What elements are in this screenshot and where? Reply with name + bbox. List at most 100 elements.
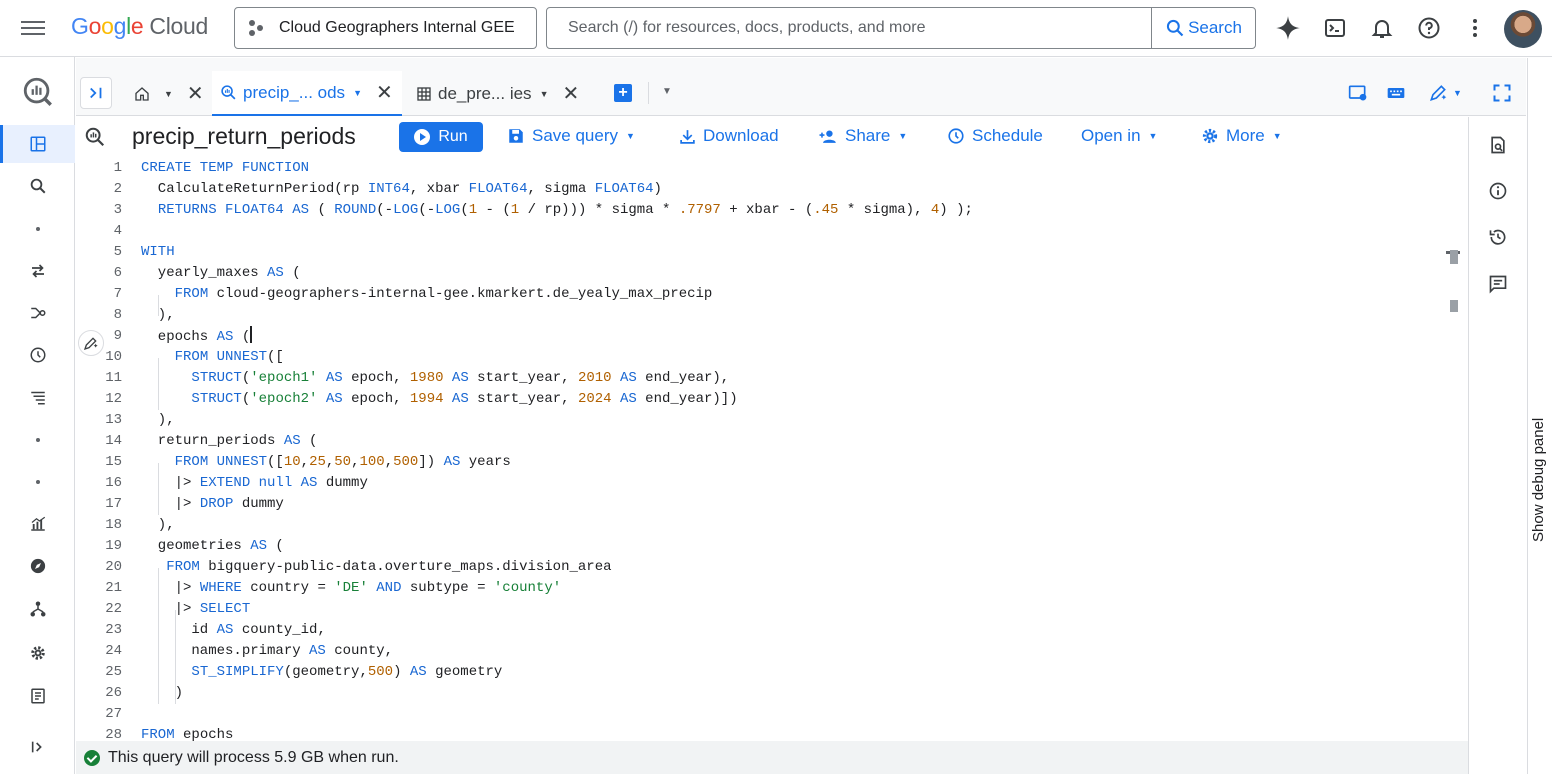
nav-dot-icon[interactable] xyxy=(0,210,75,248)
code-line: 4 xyxy=(113,223,122,239)
chevron-down-icon: ▼ xyxy=(898,131,908,141)
nav-hierarchy-icon[interactable] xyxy=(0,590,75,628)
search-bar: Search xyxy=(546,7,1256,49)
code-line: 8 ), xyxy=(113,307,175,323)
nav-scheduled-queries-icon[interactable] xyxy=(0,336,75,374)
nav-settings-gear-icon[interactable] xyxy=(0,634,75,672)
share-button[interactable]: Share ▼ xyxy=(818,126,907,146)
run-button[interactable]: Run xyxy=(399,122,483,152)
code-line: 23 id AS county_id, xyxy=(105,622,326,638)
search-icon xyxy=(1166,19,1184,37)
nav-release-notes-icon[interactable] xyxy=(0,677,75,715)
ai-assist-pen-icon[interactable]: ▼ xyxy=(1428,83,1462,103)
chevron-down-icon[interactable]: ▼ xyxy=(540,89,549,99)
nav-expand-icon[interactable] xyxy=(0,728,75,766)
keyboard-icon[interactable] xyxy=(1386,83,1406,103)
clock-icon xyxy=(948,128,964,144)
code-line: 22 |> SELECT xyxy=(105,601,251,617)
code-line: 13 ), xyxy=(105,412,175,428)
download-icon xyxy=(680,129,695,144)
scrollbar-marker xyxy=(1450,300,1458,312)
help-icon[interactable] xyxy=(1415,14,1443,42)
info-icon[interactable] xyxy=(1487,180,1509,202)
code-line: 18 ), xyxy=(105,517,175,533)
left-nav xyxy=(0,57,75,774)
gemini-assist-pen-icon[interactable] xyxy=(78,330,104,356)
project-picker[interactable]: Cloud Geographers Internal GEE xyxy=(234,7,537,49)
code-line: 26 ) xyxy=(105,685,184,701)
search-button[interactable]: Search xyxy=(1151,8,1255,48)
new-tab-plus-icon[interactable]: + xyxy=(614,84,632,102)
validation-status-bar: This query will process 5.9 GB when run. xyxy=(76,741,1468,774)
query-title[interactable]: precip_return_periods xyxy=(132,123,356,150)
nav-explore-icon[interactable] xyxy=(0,547,75,585)
gear-icon xyxy=(1202,128,1218,144)
play-icon xyxy=(414,129,431,145)
bigquery-logo-icon[interactable] xyxy=(0,67,75,117)
avatar[interactable] xyxy=(1504,10,1542,48)
nav-analytics-icon[interactable] xyxy=(0,505,75,543)
search-input[interactable] xyxy=(547,8,1152,48)
query-icon xyxy=(84,126,106,153)
code-line: 11 STRUCT('epoch1' AS epoch, 1980 AS sta… xyxy=(105,370,730,386)
show-debug-panel-label[interactable]: Show debug panel xyxy=(1530,402,1547,542)
more-button[interactable]: More ▼ xyxy=(1201,126,1282,146)
divider xyxy=(648,82,649,104)
open-in-button[interactable]: Open in ▼ xyxy=(1081,126,1157,146)
sql-editor[interactable]: 1 CREATE TEMP FUNCTION 2 CalculateReturnP… xyxy=(76,158,1468,741)
nav-studio-icon[interactable] xyxy=(0,125,75,163)
nav-transfers-icon[interactable] xyxy=(0,252,75,290)
collapse-panel-icon xyxy=(90,87,102,99)
chevron-down-icon: ▼ xyxy=(1453,88,1462,98)
more-tabs-chevron-icon[interactable]: ▼ xyxy=(662,86,672,97)
close-tab-icon[interactable]: ✕ xyxy=(376,80,393,105)
open-compose-icon[interactable] xyxy=(1348,83,1368,103)
chevron-down-icon[interactable]: ▼ xyxy=(353,88,362,98)
notifications-bell-icon[interactable] xyxy=(1368,14,1396,42)
tab-de-precip-counties[interactable]: de_pre... ies ▼ ✕ xyxy=(408,71,588,116)
nav-pipelines-icon[interactable] xyxy=(0,294,75,332)
chevron-down-icon: ▼ xyxy=(1272,131,1282,141)
schedule-button[interactable]: Schedule xyxy=(947,126,1043,146)
code-line: 7 FROM cloud-geographers-internal-gee.km… xyxy=(113,286,713,302)
code-line: 10 FROM UNNEST([ xyxy=(105,349,284,365)
home-icon xyxy=(134,86,150,102)
tab-home[interactable]: ▼ ✕ xyxy=(126,71,210,116)
nav-list-icon[interactable] xyxy=(0,378,75,416)
chevron-down-icon: ▼ xyxy=(626,131,635,141)
google-cloud-logo[interactable]: Google Cloud xyxy=(71,13,208,40)
code-line: 20 FROM bigquery-public-data.overture_ma… xyxy=(105,559,612,575)
chevron-down-icon[interactable]: ▼ xyxy=(164,89,173,99)
text-cursor xyxy=(250,326,253,343)
main-menu-icon[interactable] xyxy=(21,18,45,38)
nav-dot-icon[interactable] xyxy=(0,421,75,459)
code-line: 3 RETURNS FLOAT64 AS ( ROUND(-LOG(-LOG(1… xyxy=(113,202,973,218)
gemini-sparkle-icon[interactable] xyxy=(1274,14,1302,42)
editor-tab-bar: ▼ ✕ precip_... ods ▼ ✕ de_pre... ies ▼ ✕… xyxy=(76,58,1526,116)
debug-panel-toggle[interactable]: Show debug panel xyxy=(1527,58,1552,774)
tab-precip-return-periods[interactable]: precip_... ods ▼ ✕ xyxy=(212,71,402,116)
nav-search-icon[interactable] xyxy=(0,167,75,205)
code-line: 27 xyxy=(105,706,122,722)
scrollbar-thumb[interactable] xyxy=(1450,250,1458,264)
cloud-shell-icon[interactable] xyxy=(1321,14,1349,42)
query-details-icon[interactable] xyxy=(1487,134,1509,156)
download-button[interactable]: Download xyxy=(679,126,779,146)
code-line: 12 STRUCT('epoch2' AS epoch, 1994 AS sta… xyxy=(105,391,738,407)
table-icon xyxy=(416,86,432,102)
nav-dot-icon[interactable] xyxy=(0,463,75,501)
fullscreen-icon[interactable] xyxy=(1492,83,1512,103)
code-line: 21 |> WHERE country = 'DE' AND subtype =… xyxy=(105,580,562,596)
version-history-icon[interactable] xyxy=(1487,226,1509,248)
close-tab-icon[interactable]: ✕ xyxy=(562,81,579,106)
close-tab-icon[interactable]: ✕ xyxy=(187,81,204,106)
query-icon xyxy=(220,84,237,101)
comments-icon[interactable] xyxy=(1487,273,1509,295)
status-message: This query will process 5.9 GB when run. xyxy=(108,748,399,766)
code-line: 24 names.primary AS county, xyxy=(105,643,394,659)
collapse-explorer-button[interactable] xyxy=(80,77,112,109)
more-vert-icon[interactable] xyxy=(1461,14,1489,42)
code-line: 2 CalculateReturnPeriod(rp INT64, xbar F… xyxy=(113,181,662,197)
project-name: Cloud Geographers Internal GEE xyxy=(279,19,515,36)
save-query-button[interactable]: Save query ▼ xyxy=(507,126,635,146)
